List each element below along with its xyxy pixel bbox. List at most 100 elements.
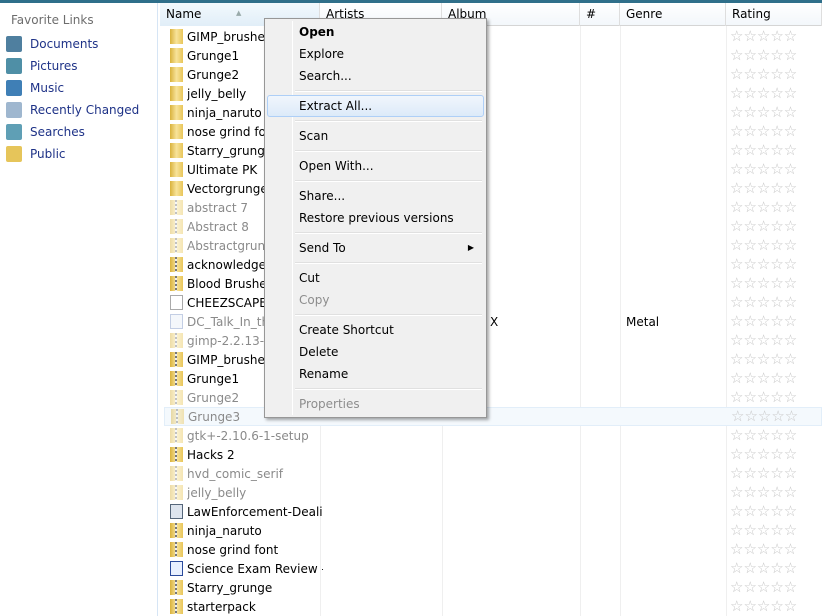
menu-item-label: Cut [299,271,320,285]
file-row[interactable]: Abstractgrunge ☆☆☆☆☆ [164,236,822,255]
column-header-genre[interactable]: Genre [620,3,726,26]
rating-stars[interactable]: ☆☆☆☆☆ [730,84,797,103]
file-row[interactable]: Ultimate PK ☆☆☆☆☆ [164,160,822,179]
sort-ascending-icon: ▲ [236,9,242,17]
file-row[interactable]: ninja_naruto ☆☆☆☆☆ [164,521,822,540]
file-row[interactable]: Vectorgrunge ☆☆☆☆☆ [164,179,822,198]
sidebar-item-documents[interactable]: Documents [6,34,98,54]
rating-stars[interactable]: ☆☆☆☆☆ [730,578,797,597]
menu-item-open-with[interactable]: Open With... [267,155,484,177]
file-row[interactable]: ninja_naruto ☆☆☆☆☆ [164,103,822,122]
menu-item-rename[interactable]: Rename [267,363,484,385]
file-row[interactable]: Starry_grunge ☆☆☆☆☆ [164,578,822,597]
file-row[interactable]: Starry_grunge ☆☆☆☆☆ [164,141,822,160]
sidebar-item-pictures[interactable]: Pictures [6,56,78,76]
menu-item-label: Send To [299,241,346,255]
file-row[interactable]: Blood Brushes ☆☆☆☆☆ [164,274,822,293]
zip-icon [170,447,183,462]
sidebar-item-music[interactable]: Music [6,78,64,98]
file-row[interactable]: Grunge1 ☆☆☆☆☆ [164,369,822,388]
file-row[interactable]: GIMP_brushes ☆☆☆☆☆ [164,350,822,369]
menu-item-search[interactable]: Search... [267,65,484,87]
menu-item-send-to[interactable]: Send To ▶ [267,237,484,259]
rating-stars[interactable]: ☆☆☆☆☆ [730,312,797,331]
rating-stars[interactable]: ☆☆☆☆☆ [730,141,797,160]
column-header-rating[interactable]: Rating [726,3,822,26]
sidebar-item-searches[interactable]: Searches [6,122,85,142]
column-header-number[interactable]: # [580,3,620,26]
rating-stars[interactable]: ☆☆☆☆☆ [730,255,797,274]
menu-item-create-shortcut[interactable]: Create Shortcut [267,319,484,341]
rating-stars[interactable]: ☆☆☆☆☆ [731,407,798,426]
rating-stars[interactable]: ☆☆☆☆☆ [730,198,797,217]
rating-stars[interactable]: ☆☆☆☆☆ [730,502,797,521]
rating-stars[interactable]: ☆☆☆☆☆ [730,160,797,179]
menu-item-cut[interactable]: Cut [267,267,484,289]
file-row[interactable]: jelly_belly ☆☆☆☆☆ [164,483,822,502]
sidebar-item-label: Public [30,147,66,161]
file-row[interactable]: acknowledge ☆☆☆☆☆ [164,255,822,274]
folder-icon [170,124,183,139]
file-row[interactable]: CHEEZSCAPE_ ☆☆☆☆☆ [164,293,822,312]
rating-stars[interactable]: ☆☆☆☆☆ [730,559,797,578]
rating-stars[interactable]: ☆☆☆☆☆ [730,483,797,502]
rating-stars[interactable]: ☆☆☆☆☆ [730,103,797,122]
file-row[interactable]: starterpack ☆☆☆☆☆ [164,597,822,616]
rating-stars[interactable]: ☆☆☆☆☆ [730,464,797,483]
sidebar-item-public[interactable]: Public [6,144,66,164]
rating-stars[interactable]: ☆☆☆☆☆ [730,426,797,445]
rating-stars[interactable]: ☆☆☆☆☆ [730,65,797,84]
rating-stars[interactable]: ☆☆☆☆☆ [730,122,797,141]
video-icon [170,504,183,519]
zip-icon [170,371,183,386]
file-row[interactable]: DC_Talk_In_the X Metal ☆☆☆☆☆ [164,312,822,331]
file-row[interactable]: jelly_belly ☆☆☆☆☆ [164,84,822,103]
rating-stars[interactable]: ☆☆☆☆☆ [730,540,797,559]
menu-item-delete[interactable]: Delete [267,341,484,363]
file-row[interactable]: Grunge1 ☆☆☆☆☆ [164,46,822,65]
menu-separator [295,120,482,122]
rating-stars[interactable]: ☆☆☆☆☆ [730,445,797,464]
sidebar-item-recently-changed[interactable]: Recently Changed [6,100,139,120]
menu-item-open[interactable]: Open [267,21,484,43]
file-list[interactable]: Name ▲ Artists Album # Genre Rating GIMP_brush… [160,3,822,616]
file-row[interactable]: LawEnforcement-Deali... ☆☆☆☆☆ [164,502,822,521]
menu-item-extract-all[interactable]: Extract All... [267,95,484,117]
menu-separator [295,388,482,390]
file-row[interactable]: gimp-2.2.13-i58 ☆☆☆☆☆ [164,331,822,350]
menu-item-label: Scan [299,129,329,143]
menu-item-explore[interactable]: Explore [267,43,484,65]
file-row[interactable]: abstract 7 ☆☆☆☆☆ [164,198,822,217]
menu-item-share[interactable]: Share... [267,185,484,207]
rating-stars[interactable]: ☆☆☆☆☆ [730,597,797,616]
rating-stars[interactable]: ☆☆☆☆☆ [730,331,797,350]
rating-stars[interactable]: ☆☆☆☆☆ [730,369,797,388]
rating-stars[interactable]: ☆☆☆☆☆ [730,521,797,540]
rating-stars[interactable]: ☆☆☆☆☆ [730,293,797,312]
file-row[interactable]: Hacks 2 ☆☆☆☆☆ [164,445,822,464]
folder-icon [170,29,183,44]
rating-stars[interactable]: ☆☆☆☆☆ [730,46,797,65]
rating-stars[interactable]: ☆☆☆☆☆ [730,350,797,369]
file-row[interactable]: Abstract 8 ☆☆☆☆☆ [164,217,822,236]
rating-stars[interactable]: ☆☆☆☆☆ [730,274,797,293]
file-row[interactable]: hvd_comic_serif ☆☆☆☆☆ [164,464,822,483]
rating-stars[interactable]: ☆☆☆☆☆ [730,236,797,255]
file-row[interactable]: nose grind font ☆☆☆☆☆ [164,122,822,141]
rating-stars[interactable]: ☆☆☆☆☆ [730,388,797,407]
file-row[interactable]: Grunge2 ☆☆☆☆☆ [164,65,822,84]
rating-stars[interactable]: ☆☆☆☆☆ [730,27,797,46]
menu-item-label: Create Shortcut [299,323,394,337]
file-row[interactable]: nose grind font ☆☆☆☆☆ [164,540,822,559]
rating-stars[interactable]: ☆☆☆☆☆ [730,217,797,236]
folder-icon [170,162,183,177]
file-row[interactable]: gtk+-2.10.6-1-setup ☆☆☆☆☆ [164,426,822,445]
rating-stars[interactable]: ☆☆☆☆☆ [730,179,797,198]
file-row[interactable]: Science Exam Review -... ☆☆☆☆☆ [164,559,822,578]
zip-icon [170,200,183,215]
menu-item-restore-previous-versions[interactable]: Restore previous versions [267,207,484,229]
file-row[interactable]: Grunge3 ☆☆☆☆☆ [164,407,822,426]
file-row[interactable]: Grunge2 ☆☆☆☆☆ [164,388,822,407]
file-row[interactable]: GIMP_brushes ☆☆☆☆☆ [164,27,822,46]
menu-item-scan[interactable]: Scan [267,125,484,147]
